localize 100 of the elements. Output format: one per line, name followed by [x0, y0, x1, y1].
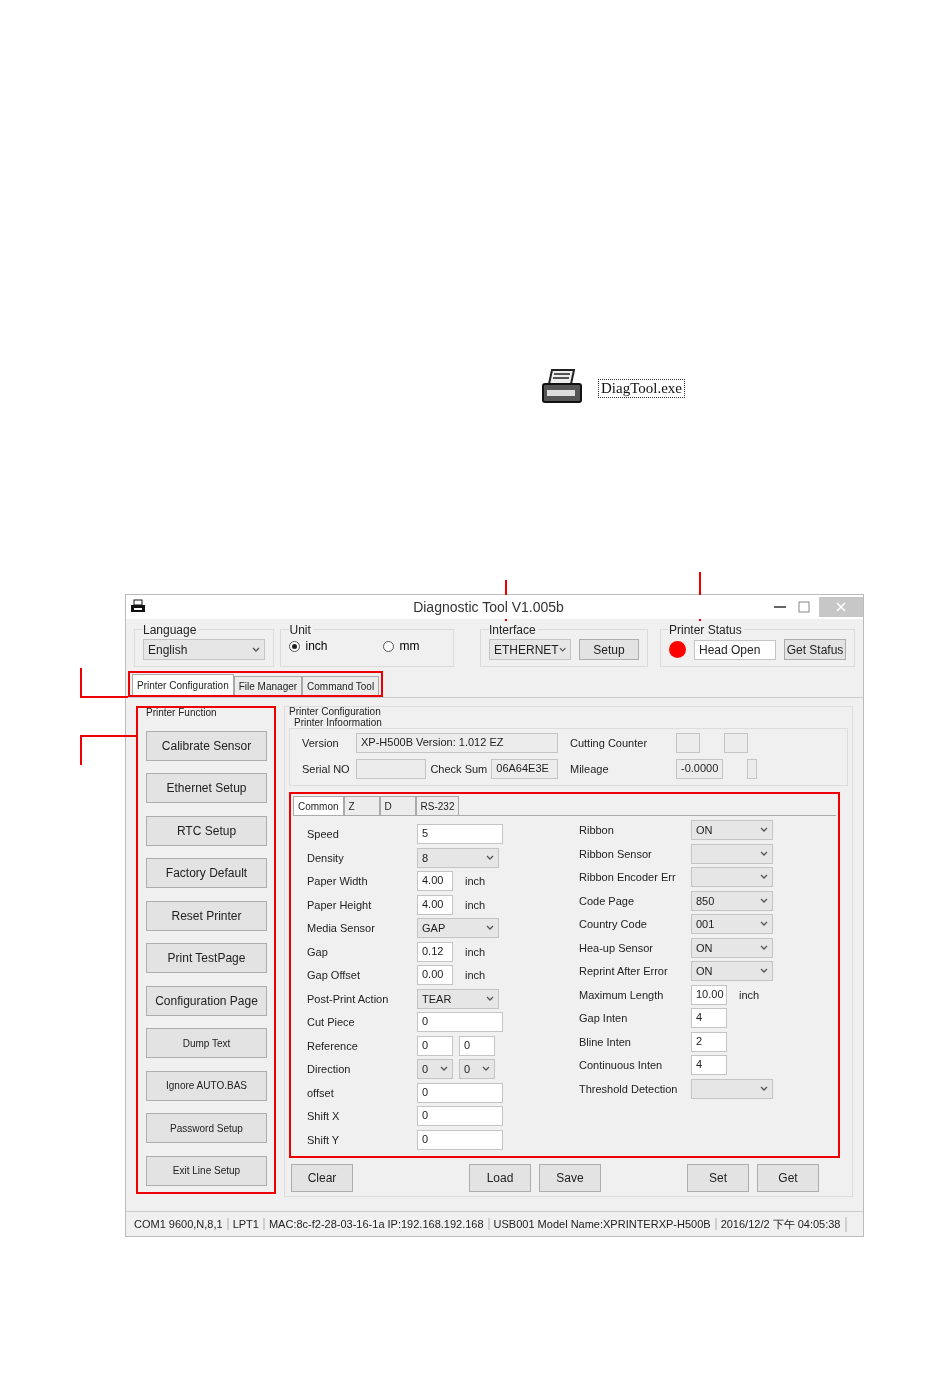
field-label: Code Page — [579, 894, 636, 907]
function-button[interactable]: Calibrate Sensor — [146, 730, 267, 761]
text-field[interactable]: 0 — [417, 1082, 503, 1103]
text-field[interactable]: 4 — [691, 1008, 727, 1029]
status-field: Head Open — [694, 639, 776, 660]
text-field[interactable]: 0 — [417, 1129, 503, 1150]
radio-option[interactable]: mm — [383, 639, 420, 653]
dropdown[interactable] — [691, 843, 773, 864]
function-button[interactable]: Exit Line Setup — [146, 1155, 267, 1186]
unit-label: inch — [739, 988, 760, 1001]
maximize-icon — [798, 601, 810, 613]
function-button[interactable]: Password Setup — [146, 1113, 267, 1144]
function-button[interactable]: Configuration Page — [146, 985, 267, 1016]
tab[interactable]: Printer Configuration — [132, 674, 234, 695]
function-button[interactable]: Factory Default — [146, 858, 267, 889]
text-field[interactable]: 0.00 — [417, 965, 453, 986]
close-button[interactable] — [819, 597, 863, 617]
dropdown[interactable]: 0 — [417, 1059, 453, 1080]
group-label: Printer Status — [669, 623, 744, 637]
status-indicator — [669, 641, 686, 658]
dropdown[interactable] — [691, 1078, 773, 1099]
text-field[interactable]: 4.00 — [417, 894, 453, 915]
chevron-down-icon — [760, 921, 768, 928]
text-field[interactable]: 0 — [459, 1035, 495, 1056]
status-segment: MAC:8c-f2-28-03-16-1a IP:192.168.192.168 — [264, 1218, 490, 1230]
text-field[interactable]: 0 — [417, 1012, 503, 1033]
dropdown[interactable]: 850 — [691, 890, 773, 911]
window-title: Diagnostic Tool V1.005b — [412, 599, 565, 615]
clear-button[interactable]: Clear — [291, 1164, 353, 1192]
field-label: Ribbon Encoder Err — [579, 871, 677, 884]
group-label: Printer Function — [146, 707, 218, 718]
tab[interactable]: Common — [293, 796, 344, 815]
function-button[interactable]: Dump Text — [146, 1028, 267, 1059]
text-field[interactable]: 10.00 — [691, 984, 727, 1005]
dropdown[interactable]: ETHERNET — [489, 639, 571, 660]
dropdown[interactable]: TEAR — [417, 988, 499, 1009]
dropdown[interactable]: ON — [691, 937, 773, 958]
file-name[interactable]: DiagTool.exe — [598, 378, 685, 398]
save-button[interactable]: Save — [539, 1164, 601, 1192]
function-button[interactable]: Ethernet Setup — [146, 773, 267, 804]
chevron-down-icon — [252, 646, 260, 653]
dropdown[interactable]: ON — [691, 961, 773, 982]
radio-option[interactable]: inch — [289, 639, 328, 653]
field-label: Paper Width — [307, 875, 369, 888]
text-field[interactable]: 4.00 — [417, 871, 453, 892]
dropdown[interactable]: 001 — [691, 914, 773, 935]
field-label: Gap — [307, 945, 329, 958]
group-label: Unit — [289, 623, 313, 637]
field-label: Ribbon — [579, 824, 615, 837]
get-status-button[interactable]: Get Stafus — [784, 639, 846, 660]
group-label: Interface — [489, 623, 538, 637]
text-field[interactable]: 5 — [417, 824, 503, 845]
text-field[interactable]: 4 — [691, 1055, 727, 1076]
tab[interactable]: File Manager — [233, 676, 303, 695]
field-label: Hea-up Sensor — [579, 941, 654, 954]
field-label: Cutting Counter — [570, 737, 649, 749]
status-segment: LPT1 — [228, 1218, 265, 1230]
get-button[interactable]: Get — [757, 1164, 819, 1192]
dropdown[interactable]: GAP — [417, 918, 499, 939]
group-label: Printer Configuration — [289, 706, 381, 717]
field-label: Reprint After Error — [579, 965, 669, 978]
chevron-down-icon — [486, 925, 494, 932]
field-label: Media Sensor — [307, 922, 376, 935]
status-segment: COM1 9600,N,8,1 — [130, 1218, 229, 1230]
field-label: Shift X — [307, 1110, 341, 1123]
field-label: Version — [302, 737, 340, 749]
field-label: Threshold Detection — [579, 1082, 679, 1095]
dropdown[interactable]: ON — [691, 820, 773, 841]
text-field[interactable]: 0 — [417, 1106, 503, 1127]
text-field[interactable]: 0 — [417, 1035, 453, 1056]
tab[interactable]: Z — [343, 796, 380, 815]
field-label: Paper Height — [307, 898, 373, 911]
field-label: Cut Piece — [307, 1016, 356, 1029]
tab[interactable]: D — [379, 796, 416, 815]
tab[interactable]: Command Tool — [302, 676, 380, 695]
field-label: Country Code — [579, 918, 648, 931]
text-field[interactable]: 2 — [691, 1031, 727, 1052]
chevron-down-icon — [440, 1066, 448, 1073]
text-field[interactable]: 0.12 — [417, 941, 453, 962]
dropdown[interactable] — [691, 867, 773, 888]
tab[interactable]: RS-232 — [415, 796, 460, 815]
chevron-down-icon — [760, 968, 768, 975]
setup-button[interactable]: Setup — [579, 639, 639, 660]
field-label: Gap Offset — [307, 969, 361, 982]
dropdown[interactable]: English — [143, 639, 265, 660]
load-button[interactable]: Load — [469, 1164, 531, 1192]
dropdown[interactable]: 8 — [417, 847, 499, 868]
function-button[interactable]: RTC Setup — [146, 815, 267, 846]
close-icon — [836, 602, 846, 612]
unit-label: inch — [465, 875, 486, 888]
function-button[interactable]: Reset Printer — [146, 900, 267, 931]
field-label: offset — [307, 1086, 335, 1099]
field-label: Bline Inten — [579, 1035, 632, 1048]
printer-icon — [130, 599, 146, 615]
dropdown[interactable]: 0 — [459, 1059, 495, 1080]
field-label: Serial NO — [302, 763, 351, 775]
set-button[interactable]: Set — [687, 1164, 749, 1192]
function-button[interactable]: Ignore AUTO.BAS — [146, 1070, 267, 1101]
field-label: Check Sum — [430, 763, 488, 775]
function-button[interactable]: Print TestPage — [146, 943, 267, 974]
